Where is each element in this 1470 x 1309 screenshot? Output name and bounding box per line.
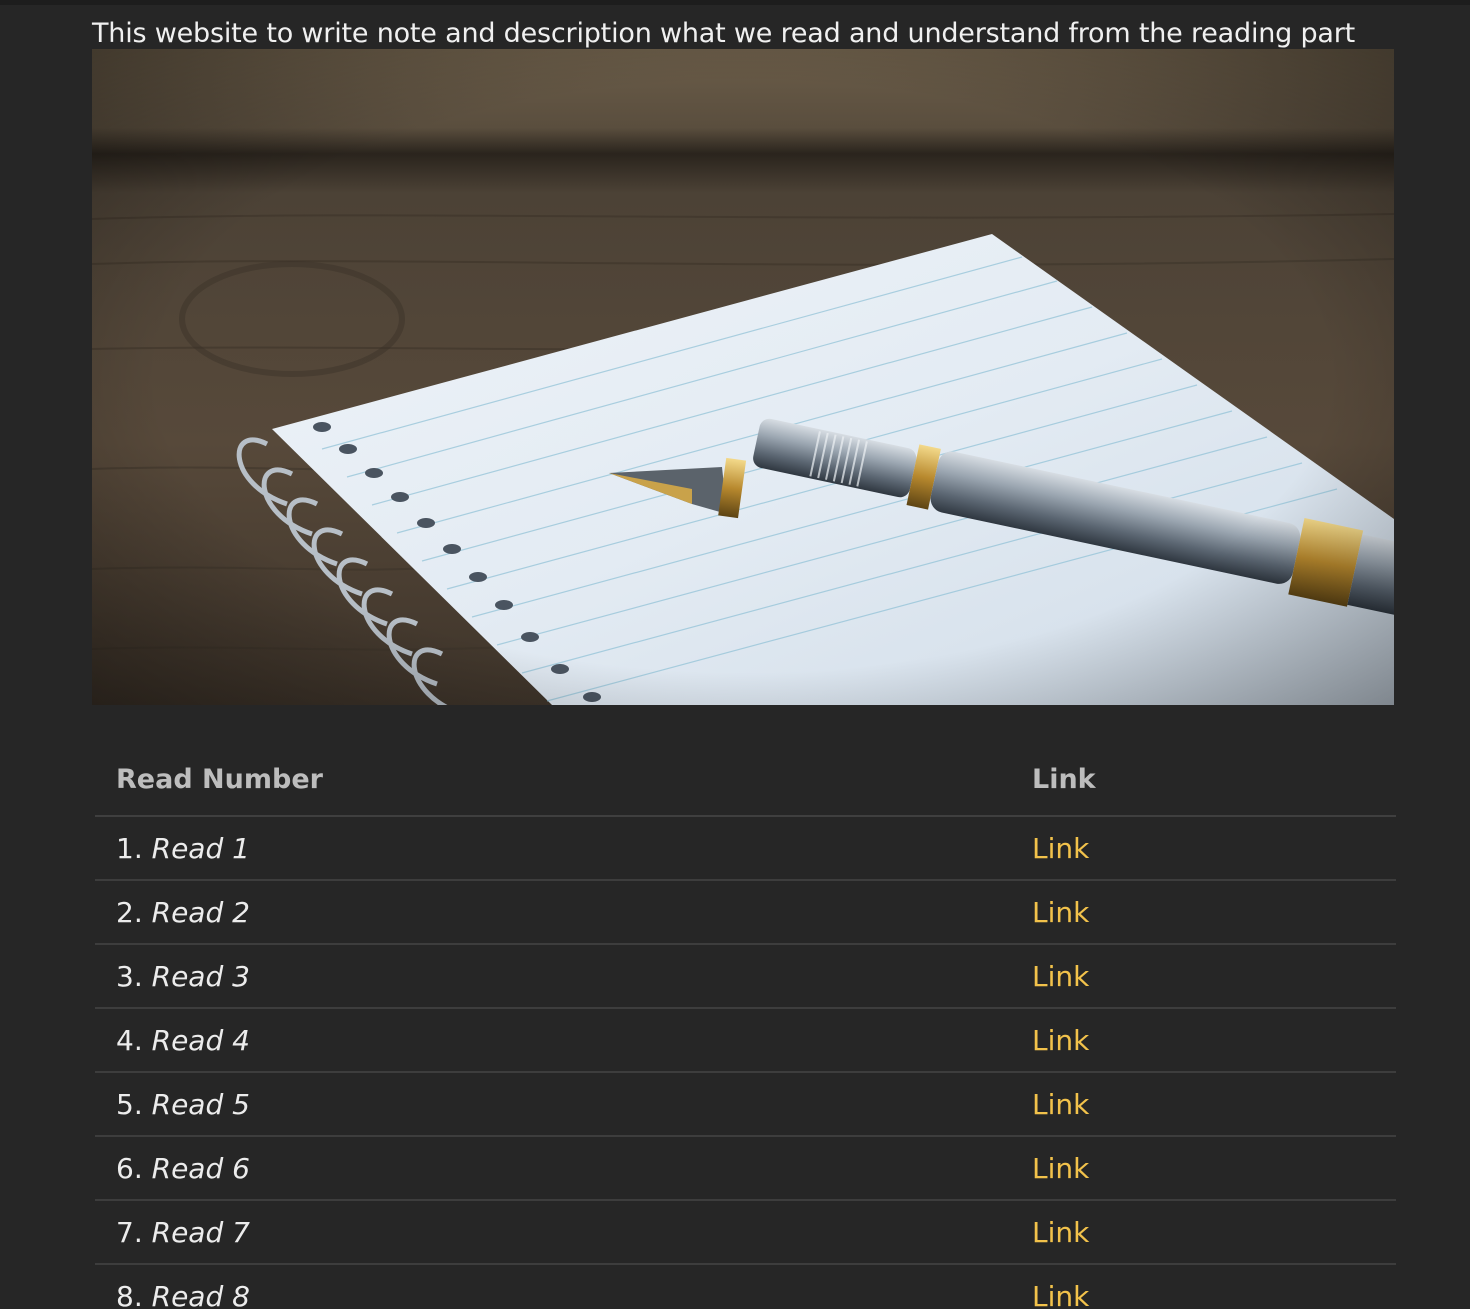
link-cell: Link: [1015, 1136, 1396, 1201]
read-number-cell: 1. Read 1: [95, 816, 1015, 881]
read-link[interactable]: Link: [1032, 1152, 1089, 1185]
row-index: 7.: [116, 1215, 143, 1249]
row-title: Read 8: [151, 1279, 250, 1309]
table-row: 6. Read 6 Link: [95, 1136, 1396, 1201]
read-number-cell: 6. Read 6: [95, 1136, 1015, 1201]
read-link[interactable]: Link: [1032, 1088, 1089, 1121]
table-row: 7. Read 7 Link: [95, 1200, 1396, 1265]
row-title: Read 6: [151, 1151, 250, 1185]
link-cell: Link: [1015, 1072, 1396, 1137]
top-divider: [0, 0, 1470, 5]
table-row: 3. Read 3 Link: [95, 944, 1396, 1009]
row-index: 1.: [116, 831, 143, 865]
notebook-pen-icon: [92, 49, 1394, 705]
link-cell: Link: [1015, 880, 1396, 945]
row-index: 3.: [116, 959, 143, 993]
row-index: 2.: [116, 895, 143, 929]
read-link[interactable]: Link: [1032, 1024, 1089, 1057]
link-cell: Link: [1015, 1008, 1396, 1073]
table-row: 8. Read 8 Link: [95, 1264, 1396, 1309]
read-number-cell: 7. Read 7: [95, 1200, 1015, 1265]
read-link[interactable]: Link: [1032, 896, 1089, 929]
row-title: Read 1: [151, 831, 250, 865]
read-number-cell: 4. Read 4: [95, 1008, 1015, 1073]
hero-image: [92, 49, 1394, 705]
row-title: Read 4: [151, 1023, 250, 1057]
table-row: 1. Read 1 Link: [95, 816, 1396, 881]
table-row: 4. Read 4 Link: [95, 1008, 1396, 1073]
reads-table: Read Number Link 1. Read 1 Link 2. Read …: [95, 745, 1396, 1309]
row-index: 4.: [116, 1023, 143, 1057]
read-link[interactable]: Link: [1032, 960, 1089, 993]
read-number-cell: 2. Read 2: [95, 880, 1015, 945]
row-title: Read 5: [151, 1087, 250, 1121]
row-title: Read 3: [151, 959, 250, 993]
intro-text: This website to write note and descripti…: [92, 18, 1356, 49]
row-index: 6.: [116, 1151, 143, 1185]
table-header-row: Read Number Link: [95, 745, 1396, 817]
row-title: Read 2: [151, 895, 250, 929]
link-cell: Link: [1015, 944, 1396, 1009]
reads-table-container: Read Number Link 1. Read 1 Link 2. Read …: [95, 745, 1396, 1309]
read-link[interactable]: Link: [1032, 1216, 1089, 1249]
read-number-cell: 3. Read 3: [95, 944, 1015, 1009]
link-cell: Link: [1015, 1264, 1396, 1309]
read-link[interactable]: Link: [1032, 832, 1089, 865]
link-cell: Link: [1015, 1200, 1396, 1265]
table-row: 5. Read 5 Link: [95, 1072, 1396, 1137]
page: This website to write note and descripti…: [0, 0, 1470, 1309]
link-cell: Link: [1015, 816, 1396, 881]
row-index: 8.: [116, 1279, 143, 1309]
row-index: 5.: [116, 1087, 143, 1121]
row-title: Read 7: [151, 1215, 250, 1249]
read-number-cell: 8. Read 8: [95, 1264, 1015, 1309]
table-row: 2. Read 2 Link: [95, 880, 1396, 945]
read-link[interactable]: Link: [1032, 1280, 1089, 1309]
header-read-number: Read Number: [95, 745, 1015, 817]
header-link: Link: [1015, 745, 1396, 817]
read-number-cell: 5. Read 5: [95, 1072, 1015, 1137]
